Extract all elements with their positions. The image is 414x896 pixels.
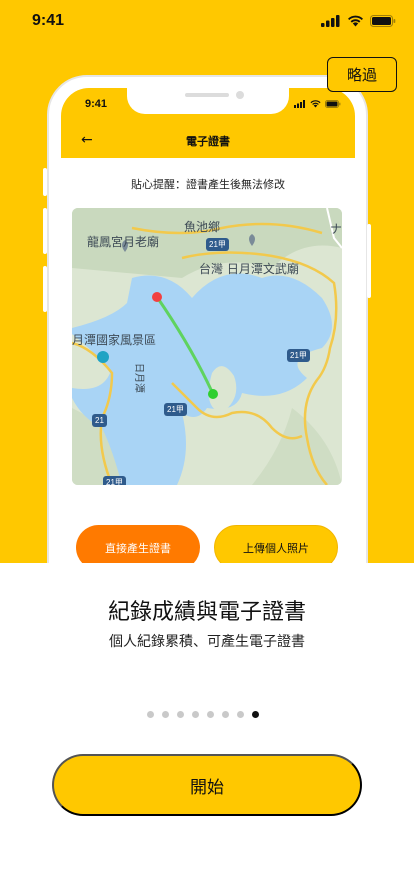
page-dot[interactable] [162, 711, 169, 718]
route-map: 魚池鄉 龍鳳宮月老廟 台灣 日月潭文武廟 月潭國家風景區 日月潭 ナ 21甲 2… [72, 208, 342, 485]
map-label-lake: 日月潭 [133, 363, 144, 393]
battery-icon [370, 15, 396, 27]
route-start-marker [152, 292, 162, 302]
phone-side-button [367, 224, 371, 298]
skip-button[interactable]: 略過 [327, 57, 397, 92]
phone-camera [236, 91, 244, 99]
page-dot-active[interactable] [252, 711, 259, 718]
mockup-notice: 貼心提醒：證書產生後無法修改 [131, 178, 285, 191]
phone-speaker [185, 93, 229, 97]
start-button[interactable]: 開始 [52, 754, 362, 816]
road-shield: 21甲 [206, 238, 229, 251]
phone-side-button [43, 266, 47, 312]
hero-area: 9:41 9:41 ← 電子證書 貼心提醒：證書產生後無法修改 魚池鄉 龍鳳宮月… [0, 0, 414, 563]
mockup-title: 電子證書 [186, 135, 230, 148]
road-shield: 21甲 [103, 476, 126, 485]
page-indicator [147, 711, 259, 718]
onboarding-subline: 個人紀錄累積、可產生電子證書 [109, 634, 305, 650]
mockup-status-time: 9:41 [85, 98, 108, 110]
page-dot[interactable] [147, 711, 154, 718]
road-shield: 21 [92, 414, 107, 427]
page-dot[interactable] [237, 711, 244, 718]
scenic-pin-icon [97, 351, 109, 363]
onboarding-headline: 紀錄成績與電子證書 [107, 600, 306, 625]
phone-side-button [43, 208, 47, 254]
phone-side-button [43, 168, 47, 196]
cellular-signal-icon [321, 15, 340, 27]
page-dot[interactable] [207, 711, 214, 718]
map-label-longfeng: 龍鳳宮月老廟 [87, 235, 160, 249]
mockup-status-icons [294, 100, 341, 108]
mockup-signal-icon [294, 100, 305, 108]
map-label-wenwu: 台灣 日月潭文武廟 [199, 262, 299, 276]
generate-certificate-button: 直接產生證書 [76, 525, 200, 563]
page-dot[interactable] [222, 711, 229, 718]
page-dot[interactable] [192, 711, 199, 718]
phone-notch [127, 88, 289, 114]
status-bar: 9:41 [0, 0, 414, 44]
road-shield: 21甲 [164, 403, 187, 416]
wifi-icon [348, 15, 363, 27]
status-icons [321, 15, 396, 27]
upload-photo-button: 上傳個人照片 [214, 525, 338, 563]
map-label-corner: ナ [330, 222, 342, 236]
route-end-marker [208, 389, 218, 399]
road-shield: 21甲 [287, 349, 310, 362]
onboarding-content: 紀錄成績與電子證書 個人紀錄累積、可產生電子證書 開始 [0, 563, 414, 896]
map-label-scenic-area: 月潭國家風景區 [72, 333, 157, 347]
mockup-wifi-icon [310, 100, 321, 108]
status-time: 9:41 [32, 12, 65, 29]
mockup-battery-icon [325, 100, 341, 108]
page-dot[interactable] [177, 711, 184, 718]
map-label-fish-pond: 魚池鄉 [184, 220, 221, 234]
